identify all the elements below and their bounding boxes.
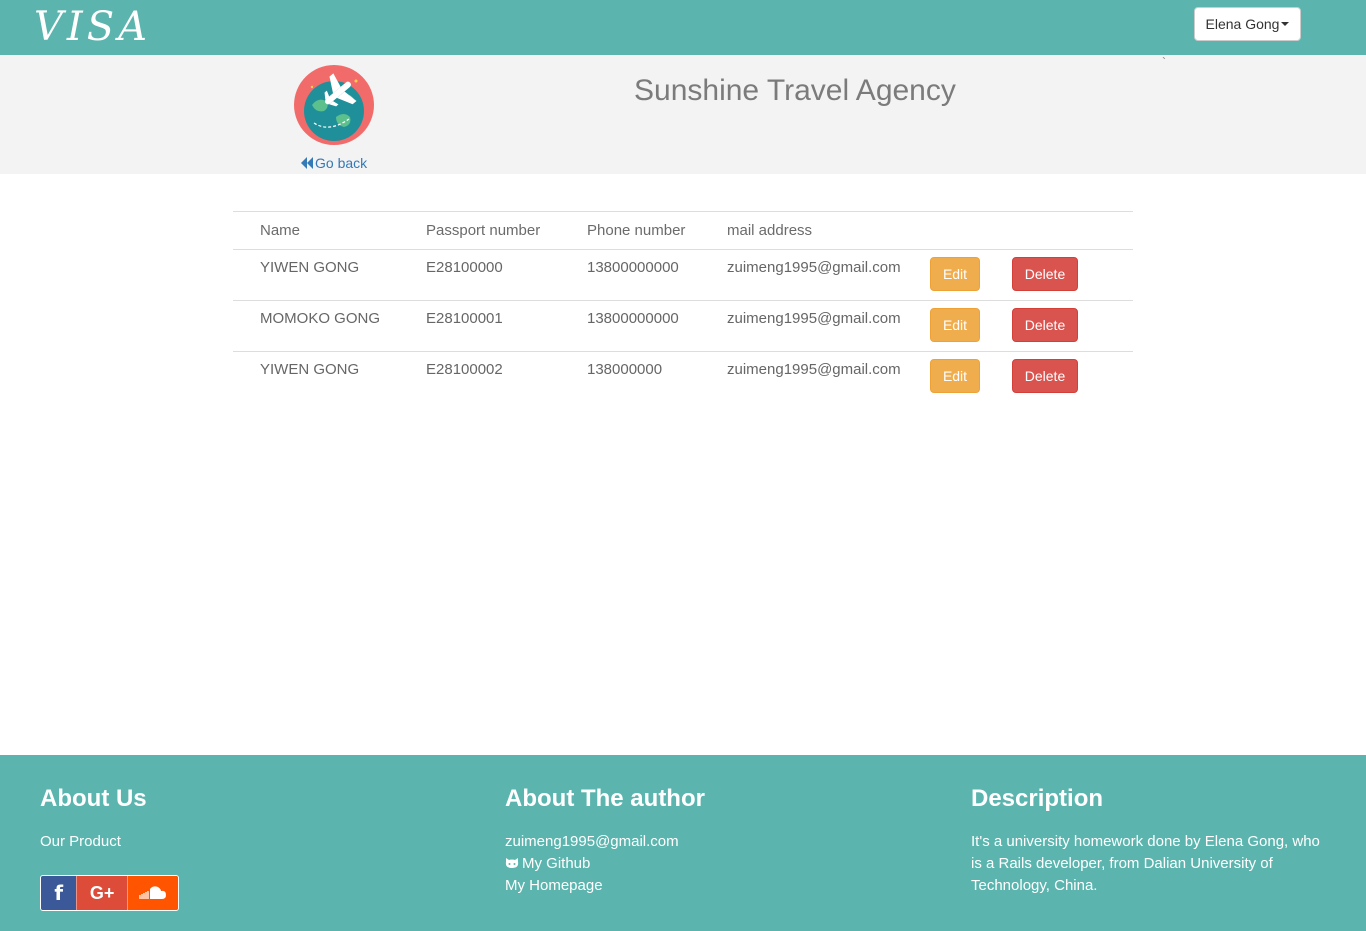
- cell-name: MOMOKO GONG: [233, 300, 399, 352]
- user-menu-label: Elena Gong: [1205, 16, 1280, 32]
- customer-table-container: Name Passport number Phone number mail a…: [233, 211, 1133, 403]
- table-row: MOMOKO GONG E28100001 13800000000 zuimen…: [233, 300, 1133, 352]
- cell-delete: Delete: [1012, 300, 1133, 352]
- cell-name: YIWEN GONG: [233, 249, 399, 301]
- edit-button[interactable]: Edit: [930, 359, 980, 393]
- header-edit-empty: [930, 211, 1012, 250]
- footer-author-title: About The author: [505, 785, 705, 812]
- github-link[interactable]: My Github: [505, 853, 590, 875]
- header-delete-empty: [1012, 211, 1133, 250]
- footer-description-title: Description: [971, 785, 1104, 812]
- cell-phone: 13800000000: [560, 249, 700, 301]
- top-navbar: VISA Elena Gong: [0, 0, 1366, 55]
- edit-button[interactable]: Edit: [930, 308, 980, 342]
- cell-edit: Edit: [930, 249, 1012, 301]
- header-passport: Passport number: [399, 211, 560, 250]
- description-text: It's a university homework done by Elena…: [971, 833, 1320, 894]
- agency-header: Go back Sunshine Travel Agency `: [0, 55, 1366, 174]
- cell-mail: zuimeng1995@gmail.com: [700, 300, 930, 352]
- site-footer: About Us Our Product f G+ About The auth…: [0, 755, 1366, 931]
- cell-name: YIWEN GONG: [260, 361, 360, 378]
- page-title: Sunshine Travel Agency: [634, 74, 956, 107]
- table-row: YIWEN GONG E28100000 13800000000 zuimeng…: [233, 249, 1133, 301]
- our-product-link[interactable]: Our Product: [40, 831, 121, 853]
- cell-mail: zuimeng1995@gmail.com: [700, 249, 930, 301]
- cell-phone: 13800000000: [560, 300, 700, 352]
- cell-passport: E28100002: [426, 361, 503, 378]
- github-icon: [505, 858, 519, 868]
- google-plus-icon[interactable]: G+: [76, 876, 127, 910]
- delete-button[interactable]: Delete: [1012, 308, 1078, 342]
- cell-delete: Delete: [1012, 249, 1133, 301]
- delete-button[interactable]: Delete: [1012, 257, 1078, 291]
- author-email-link[interactable]: zuimeng1995@gmail.com: [505, 831, 679, 853]
- cell-delete: Delete: [1012, 352, 1133, 403]
- header-mail: mail address: [700, 211, 930, 250]
- cell-passport: E28100001: [399, 300, 560, 352]
- table-header-row: Name Passport number Phone number mail a…: [233, 211, 1133, 250]
- social-buttons: f G+: [40, 875, 179, 911]
- edit-button[interactable]: Edit: [930, 257, 980, 291]
- go-back-link[interactable]: Go back: [301, 155, 367, 171]
- go-back-label: Go back: [315, 155, 368, 171]
- cell-mail: zuimeng1995@gmail.com: [727, 361, 901, 378]
- table-row: YIWEN GONG E28100002 138000000 zuimeng19…: [233, 352, 1133, 403]
- cell-edit: Edit: [930, 352, 1012, 403]
- soundcloud-icon[interactable]: [126, 876, 178, 910]
- delete-button[interactable]: Delete: [1012, 359, 1078, 393]
- header-name: Name: [233, 211, 399, 250]
- airplane-globe-logo: [294, 65, 374, 145]
- brand-logo[interactable]: VISA: [34, 4, 151, 50]
- user-menu-button[interactable]: Elena Gong: [1194, 7, 1301, 41]
- github-label: My Github: [522, 855, 591, 872]
- backward-icon: [301, 157, 314, 169]
- caret-down-icon: [1281, 22, 1290, 26]
- customer-table: Name Passport number Phone number mail a…: [233, 211, 1133, 403]
- homepage-link[interactable]: My Homepage: [505, 875, 603, 897]
- cell-phone: 138000000: [587, 361, 663, 378]
- soundcloud-glyph: [139, 886, 166, 899]
- facebook-icon[interactable]: f: [41, 876, 77, 910]
- stray-character: `: [1162, 55, 1166, 69]
- header-phone: Phone number: [560, 211, 700, 250]
- footer-about-us-title: About Us: [40, 785, 147, 812]
- cell-passport: E28100000: [399, 249, 560, 301]
- cell-edit: Edit: [930, 300, 1012, 352]
